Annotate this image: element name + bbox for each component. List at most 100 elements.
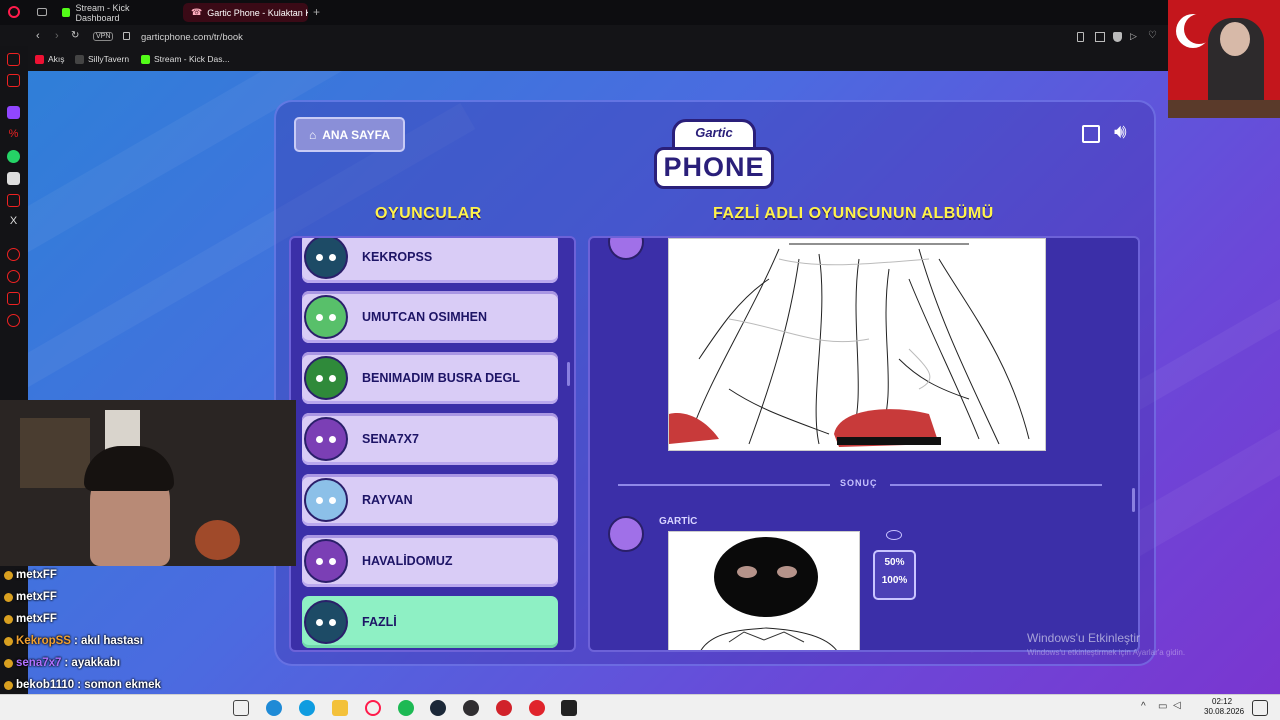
sketch-drawing bbox=[669, 243, 1030, 447]
chat-username[interactable]: KekropSS bbox=[16, 635, 71, 647]
new-tab-button[interactable]: + bbox=[313, 5, 320, 19]
opera-icon[interactable] bbox=[365, 700, 381, 716]
webcam-overlay bbox=[0, 400, 296, 566]
epic-games-icon[interactable] bbox=[561, 700, 577, 716]
streamer-hair bbox=[84, 446, 174, 491]
task-view-icon[interactable] bbox=[233, 700, 249, 716]
players-list: KEKROPSS UMUTCAN OSIMHEN BENIMADIM BUSRA D… bbox=[289, 236, 576, 652]
player-item[interactable]: SENA7X7 bbox=[302, 413, 558, 465]
tab-kick-dashboard[interactable]: Stream - Kick Dashboard bbox=[54, 3, 178, 23]
home-button[interactable]: ⌂ ANA SAYFA bbox=[294, 117, 405, 152]
network-icon[interactable]: ▭ bbox=[1158, 701, 1167, 712]
drawing-canvas bbox=[668, 238, 1046, 451]
x-icon[interactable]: X bbox=[7, 215, 20, 228]
percent-icon[interactable]: % bbox=[7, 128, 20, 141]
player-item[interactable]: KEKROPSS bbox=[302, 238, 558, 283]
percent-100-option[interactable]: 100% bbox=[875, 575, 914, 586]
opera-flow-icon[interactable] bbox=[7, 53, 20, 66]
notifications-icon[interactable] bbox=[1252, 700, 1268, 716]
tab-gartic-phone[interactable]: ☎ Gartic Phone - Kulaktan Ku bbox=[183, 3, 308, 22]
windows-activation-title: Windows'u Etkinleştir bbox=[1027, 631, 1140, 645]
clock-time[interactable]: 02:12 bbox=[1212, 697, 1232, 706]
chat-username[interactable]: metxFF bbox=[16, 613, 57, 625]
clock-icon[interactable] bbox=[7, 270, 20, 283]
chat-badge-icon bbox=[4, 614, 13, 624]
logo-top-text: Gartic bbox=[695, 125, 733, 140]
player-name: KEKROPSS bbox=[362, 250, 433, 264]
player-item[interactable]: UMUTCAN OSIMHEN bbox=[302, 291, 558, 343]
album-scrollbar[interactable] bbox=[1132, 488, 1135, 512]
recorder-icon[interactable] bbox=[496, 700, 512, 716]
edge-icon[interactable] bbox=[299, 700, 315, 716]
spotify-icon[interactable] bbox=[398, 700, 414, 716]
history-icon[interactable] bbox=[7, 248, 20, 261]
bookmark-label: Akış bbox=[48, 54, 65, 64]
akis-favicon-icon bbox=[35, 54, 44, 64]
whatsapp-icon[interactable] bbox=[7, 150, 20, 163]
percent-selector[interactable]: 50% 100% bbox=[873, 550, 916, 600]
chat-badge-icon bbox=[4, 658, 13, 668]
forward-icon[interactable]: › bbox=[55, 30, 59, 42]
vpn-badge[interactable]: VPN bbox=[93, 32, 114, 41]
twitch-icon[interactable] bbox=[7, 106, 20, 119]
opera-news-icon[interactable] bbox=[7, 74, 20, 87]
steam-icon[interactable] bbox=[430, 700, 446, 716]
volume-icon[interactable]: 🔊︎ bbox=[1114, 121, 1127, 144]
bookmark-sillytavern[interactable]: SillyTavern bbox=[75, 54, 129, 64]
chat-username[interactable]: metxFF bbox=[16, 591, 57, 603]
bookmark-kick[interactable]: Stream - Kick Das... bbox=[141, 54, 230, 64]
edge-icon[interactable] bbox=[266, 700, 282, 716]
tab-overview-icon[interactable] bbox=[37, 8, 47, 16]
opera-logo-icon[interactable] bbox=[8, 6, 20, 18]
player-name: UMUTCAN OSIMHEN bbox=[362, 310, 487, 324]
prev-author-avatar bbox=[608, 238, 644, 260]
obs-icon[interactable] bbox=[463, 700, 479, 716]
kick-favicon-icon bbox=[62, 8, 71, 17]
chat-text: : akıl hastası bbox=[73, 635, 144, 647]
fullscreen-icon[interactable] bbox=[1082, 125, 1100, 143]
chat-text: : somon ekmek bbox=[77, 679, 161, 691]
album-heading: FAZLİ ADLI OYUNCUNUN ALBÜMÜ bbox=[713, 205, 994, 222]
eye-icon[interactable] bbox=[886, 530, 902, 540]
bookmarks-bar: Akış SillyTavern Stream - Kick Das... bbox=[0, 50, 1168, 71]
player-item[interactable]: BENIMADIM BUSRA DEGL bbox=[302, 352, 558, 404]
reload-icon[interactable]: ↻ bbox=[71, 30, 79, 41]
players-scrollbar[interactable] bbox=[567, 362, 570, 386]
clock-date[interactable]: 30.08.2026 bbox=[1204, 707, 1244, 716]
back-icon[interactable]: ‹ bbox=[36, 30, 40, 42]
stream-chat: metxFF metxFF metxFF KekropSS: akıl hastası… bbox=[0, 566, 300, 694]
shield-icon[interactable] bbox=[1113, 32, 1122, 42]
snapshot-icon[interactable] bbox=[1095, 32, 1105, 42]
phone-favicon-icon: ☎ bbox=[191, 7, 203, 17]
volume-tray-icon[interactable]: ◁ bbox=[1173, 700, 1181, 711]
result-divider-label: SONUÇ bbox=[840, 478, 878, 488]
result-drawing bbox=[700, 537, 837, 650]
chat-message: sena7x7: ayakkabı bbox=[4, 657, 120, 669]
explorer-icon[interactable] bbox=[332, 700, 348, 716]
chat-username[interactable]: bekob1110 bbox=[16, 679, 74, 691]
tray-chevron-icon[interactable]: ^ bbox=[1141, 701, 1146, 712]
play-icon[interactable]: ▷ bbox=[1130, 31, 1137, 42]
home-button-label: ANA SAYFA bbox=[322, 127, 391, 142]
player-item[interactable]: RAYVAN bbox=[302, 474, 558, 526]
url-field[interactable]: garticphone.com/tr/book bbox=[141, 32, 243, 43]
bird-avatar-icon bbox=[304, 539, 348, 583]
pin-icon[interactable] bbox=[1077, 32, 1084, 42]
gartic-phone-logo: Gartic PHONE bbox=[654, 119, 774, 191]
bookmark-akis[interactable]: Akış bbox=[35, 54, 65, 64]
player-name: HAVALİDOMUZ bbox=[362, 554, 453, 568]
player-item[interactable]: HAVALİDOMUZ bbox=[302, 535, 558, 587]
chat-username[interactable]: sena7x7 bbox=[16, 657, 61, 669]
browser-tab-bar: Stream - Kick Dashboard ☎ Gartic Phone -… bbox=[0, 0, 1168, 25]
extensions-icon[interactable] bbox=[7, 292, 20, 305]
percent-50-option[interactable]: 50% bbox=[875, 557, 914, 568]
heart-icon[interactable]: ♡ bbox=[1148, 30, 1157, 41]
discord-icon[interactable] bbox=[7, 172, 20, 185]
instagram-icon[interactable] bbox=[7, 194, 20, 207]
settings-icon[interactable] bbox=[7, 314, 20, 327]
chat-username[interactable]: metxFF bbox=[16, 569, 57, 581]
player-item[interactable]: FAZLİ bbox=[302, 596, 558, 648]
tab-label: Gartic Phone - Kulaktan Ku bbox=[207, 7, 308, 18]
app-red-icon[interactable] bbox=[529, 700, 545, 716]
kick-favicon-icon bbox=[141, 54, 150, 64]
